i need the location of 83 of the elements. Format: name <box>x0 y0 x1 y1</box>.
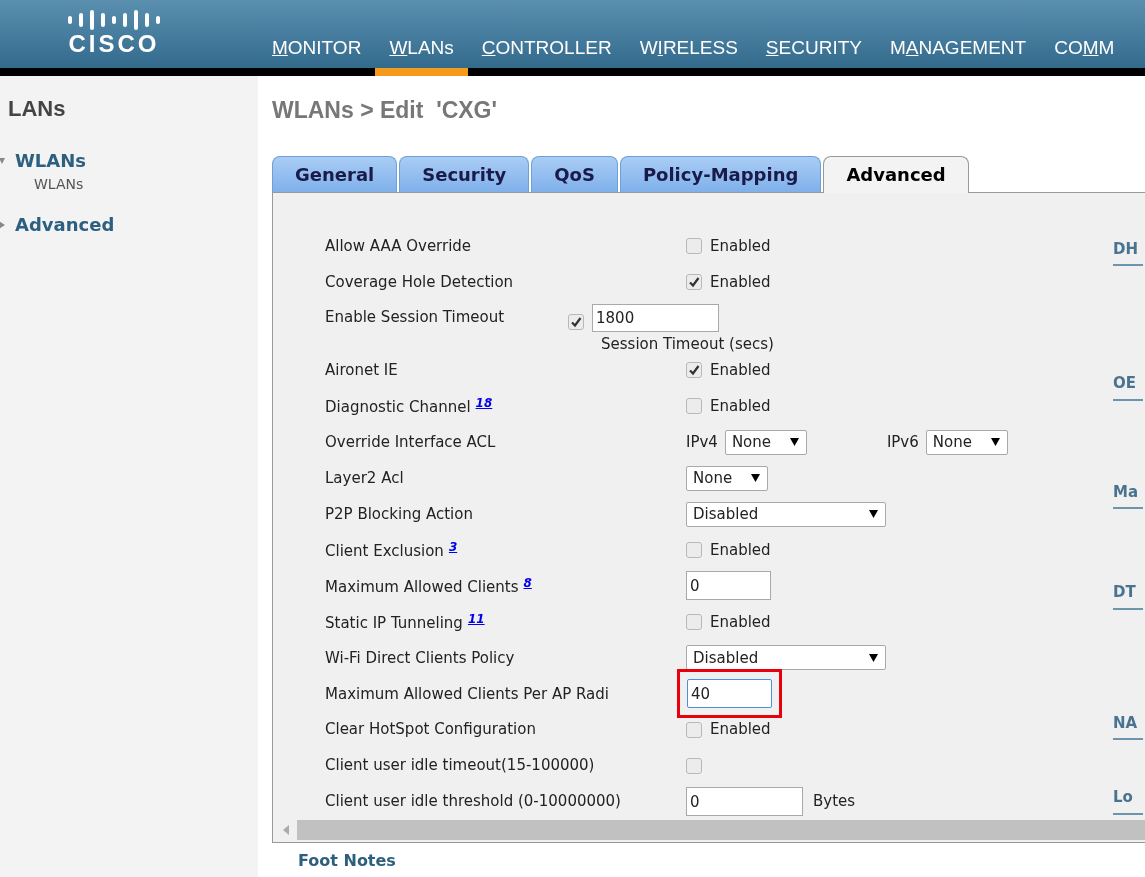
checkbox-label: Enabled <box>710 236 771 258</box>
caret-icon <box>869 510 878 519</box>
field-label: Layer2 Acl <box>325 468 404 487</box>
page-title: WLANs > Edit 'CXG' <box>272 96 498 125</box>
dropdown[interactable]: Disabled <box>686 645 886 671</box>
caret-icon <box>990 438 1000 447</box>
checkbox-label: Enabled <box>710 396 771 418</box>
caret-icon <box>869 653 878 662</box>
field-label: Enable Session Timeout <box>325 308 505 327</box>
number-field[interactable]: 0 <box>686 787 803 817</box>
nav-tab[interactable]: COMM <box>1040 33 1129 76</box>
field-label: Coverage Hole Detection <box>325 273 514 292</box>
select-prefix: IPv6 <box>886 431 919 453</box>
tab[interactable]: QoS <box>531 155 618 192</box>
footnote-link[interactable]: 8 <box>523 575 532 590</box>
field-label: Aironet IE <box>325 361 398 380</box>
nav-tab[interactable]: WIRELESS <box>625 33 752 76</box>
timeout-field[interactable]: 1800 <box>592 304 719 333</box>
nav-tab[interactable]: SECURITY <box>751 33 876 76</box>
field-label: Allow AAA Override <box>325 237 472 256</box>
dropdown[interactable]: None <box>925 429 1008 455</box>
section-heading: NA <box>1113 712 1139 734</box>
expanded-triangle-icon[interactable] <box>0 156 5 165</box>
number-field[interactable]: 0 <box>686 571 771 601</box>
section-heading: Ma <box>1113 481 1140 503</box>
field-label: Maximum Allowed Clients $^{8}$ <box>325 577 532 596</box>
checkbox-label: Enabled <box>710 539 771 561</box>
checkbox[interactable] <box>686 757 702 774</box>
field-label: Static IP Tunneling $^{11}$ <box>325 613 485 632</box>
footnote-link[interactable]: 18 <box>475 396 493 411</box>
field-label: Override Interface ACL <box>325 432 496 451</box>
nav-tab[interactable]: WLANs <box>375 33 468 76</box>
footnote-link[interactable]: 3 <box>448 539 458 554</box>
checkbox[interactable] <box>686 274 702 291</box>
unit-label: Bytes <box>813 791 856 813</box>
section-heading: OE <box>1113 373 1137 394</box>
tab[interactable]: Policy-Mapping <box>619 155 822 192</box>
footnote-link[interactable]: 11 <box>467 611 485 626</box>
footnotes-heading: Foot Notes <box>298 849 397 872</box>
checkbox[interactable] <box>686 721 702 738</box>
dropdown[interactable]: None <box>724 429 807 455</box>
section-heading: Lo <box>1113 787 1134 808</box>
checkbox-label: Enabled <box>710 719 771 741</box>
logo-bars-icon <box>68 10 160 30</box>
checkbox-label: Enabled <box>710 272 771 294</box>
collapsed-triangle-icon[interactable] <box>0 220 5 229</box>
dropdown[interactable]: Disabled <box>686 501 886 527</box>
sidebar-item[interactable]: Advanced <box>15 211 115 238</box>
field-label: Client user idle threshold (0-10000000) <box>325 792 621 811</box>
section-heading: DH <box>1113 238 1139 260</box>
field-label: Maximum Allowed Clients Per AP Radi <box>325 684 609 703</box>
brand-logo: CISCO <box>68 32 160 56</box>
select-prefix: IPv4 <box>686 431 718 453</box>
field-caption: Session Timeout (secs) <box>601 334 774 356</box>
checkbox[interactable] <box>686 613 702 630</box>
checkbox-label: Enabled <box>710 360 771 382</box>
nav-tab[interactable]: CONTROLLER <box>467 33 626 76</box>
caret-icon <box>789 438 799 447</box>
scroll-left-arrow-icon[interactable] <box>283 824 289 835</box>
checkbox[interactable] <box>686 542 702 559</box>
number-field[interactable]: 40 <box>687 679 772 709</box>
sidebar-item[interactable]: WLANs <box>15 147 87 174</box>
field-label: Diagnostic Channel $^{18}$ <box>325 398 493 417</box>
field-label: Client Exclusion $^{3}$ <box>325 541 458 560</box>
section-heading: DT <box>1113 582 1137 603</box>
sidebar-title: LANs <box>8 95 67 123</box>
field-label: P2P Blocking Action <box>325 504 473 523</box>
checkbox[interactable] <box>686 398 702 415</box>
nav-tab[interactable]: MONITOR <box>258 33 376 76</box>
checkbox[interactable] <box>686 238 702 255</box>
field-label: Client user idle timeout(15-100000) <box>325 756 595 775</box>
caret-icon <box>751 474 760 483</box>
field-label: Wi-Fi Direct Clients Policy <box>325 648 515 667</box>
field-label: Clear HotSpot Configuration <box>325 720 536 739</box>
tab[interactable]: Advanced <box>823 155 969 193</box>
dropdown[interactable]: None <box>686 465 768 491</box>
tab[interactable]: General <box>272 155 398 192</box>
tab[interactable]: Security <box>399 155 530 192</box>
checkbox[interactable] <box>568 314 584 331</box>
nav-tab[interactable]: MANAGEMENT <box>875 33 1041 76</box>
checkbox[interactable] <box>686 362 702 379</box>
checkbox-label: Enabled <box>710 611 771 633</box>
sidebar-subitem[interactable]: WLANs <box>34 174 258 195</box>
